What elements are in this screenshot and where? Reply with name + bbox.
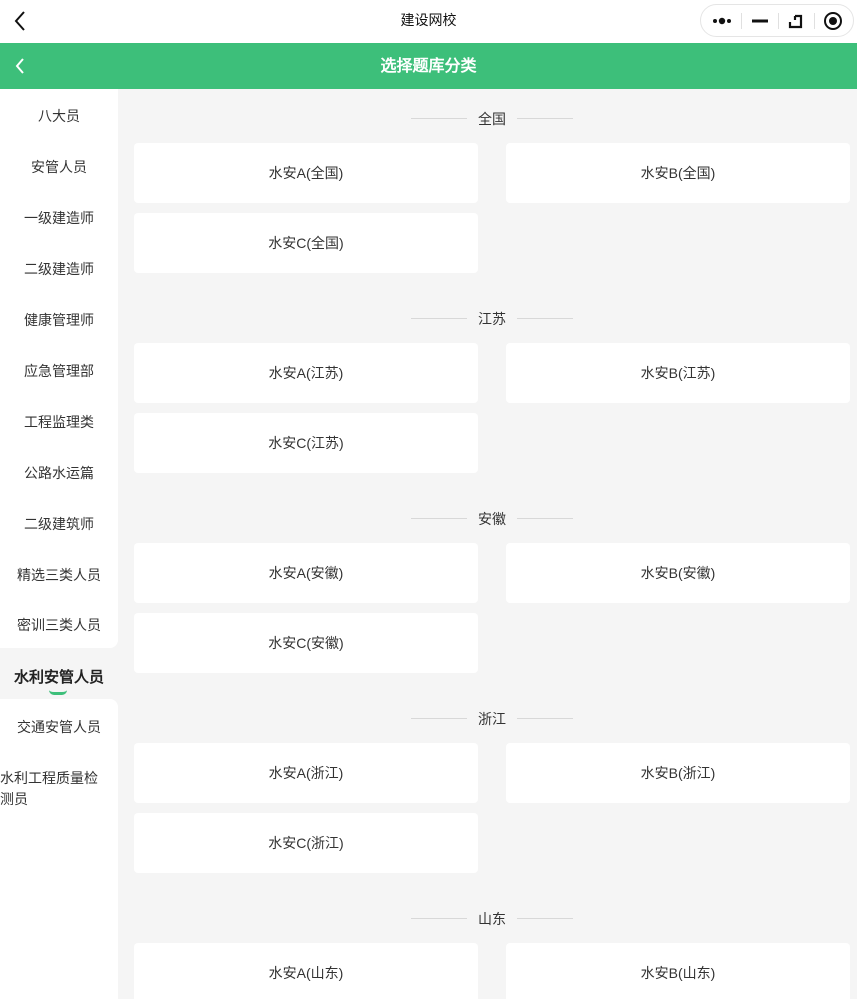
divider-line: [517, 318, 573, 319]
share-icon[interactable]: [778, 5, 814, 36]
bank-card[interactable]: 水安C(全国): [134, 213, 478, 273]
page-title: 选择题库分类: [380, 58, 477, 75]
bank-card[interactable]: 水安A(山东): [134, 943, 478, 999]
sidebar-item[interactable]: 应急管理部: [0, 361, 118, 381]
section-title: 江苏: [118, 308, 857, 328]
sidebar-item[interactable]: 精选三类人员: [0, 565, 118, 585]
sidebar-item-active[interactable]: 水利安管人员: [0, 666, 118, 695]
section-title: 安徽: [118, 508, 857, 528]
sidebar-item[interactable]: 二级建造师: [0, 259, 118, 279]
sidebar-item[interactable]: 健康管理师: [0, 310, 118, 330]
bank-card[interactable]: 水安C(江苏): [134, 413, 478, 473]
sidebar-item[interactable]: 公路水运篇: [0, 463, 118, 483]
active-indicator: [49, 690, 67, 695]
divider-line: [411, 918, 467, 919]
divider-line: [517, 918, 573, 919]
section-title: 浙江: [118, 708, 857, 728]
minimize-icon[interactable]: [742, 5, 778, 36]
sidebar-group-bottom: [0, 699, 118, 999]
bank-card[interactable]: 水安A(江苏): [134, 343, 478, 403]
bank-card[interactable]: 水安A(安徽): [134, 543, 478, 603]
section-title: 山东: [118, 908, 857, 928]
bank-card[interactable]: 水安B(安徽): [506, 543, 850, 603]
question-bank-list: 全国 水安A(全国) 水安B(全国) 水安C(全国) 江苏 水安A(江苏) 水安…: [118, 89, 857, 999]
bank-card[interactable]: 水安C(浙江): [134, 813, 478, 873]
sidebar-item[interactable]: 二级建筑师: [0, 514, 118, 534]
bank-card[interactable]: 水安B(全国): [506, 143, 850, 203]
bank-card[interactable]: 水安C(安徽): [134, 613, 478, 673]
close-target-icon[interactable]: [815, 5, 851, 36]
bank-card[interactable]: 水安A(全国): [134, 143, 478, 203]
divider-line: [517, 518, 573, 519]
bank-card[interactable]: 水安B(江苏): [506, 343, 850, 403]
sidebar-item[interactable]: 工程监理类: [0, 412, 118, 432]
capsule-menu: [700, 4, 854, 37]
sidebar-item[interactable]: 安管人员: [0, 157, 118, 177]
sidebar-item[interactable]: 八大员: [0, 106, 118, 126]
page-header: 选择题库分类: [0, 43, 857, 89]
divider-line: [411, 718, 467, 719]
bank-card[interactable]: 水安A(浙江): [134, 743, 478, 803]
top-bar: 建设网校: [0, 0, 857, 43]
sidebar-item[interactable]: 交通安管人员: [0, 717, 118, 737]
divider-line: [517, 118, 573, 119]
divider-line: [517, 718, 573, 719]
divider-line: [411, 518, 467, 519]
divider-line: [411, 318, 467, 319]
bank-card[interactable]: 水安B(浙江): [506, 743, 850, 803]
sidebar-item[interactable]: 一级建造师: [0, 208, 118, 228]
category-sidebar: 八大员 安管人员 一级建造师 二级建造师 健康管理师 应急管理部 工程监理类 公…: [0, 89, 118, 999]
sidebar-item[interactable]: 水利工程质量检 测员: [0, 768, 118, 810]
bank-card[interactable]: 水安B(山东): [506, 943, 850, 999]
section-title: 全国: [118, 108, 857, 128]
divider-line: [411, 118, 467, 119]
sidebar-item[interactable]: 密训三类人员: [0, 615, 118, 635]
more-dots-icon[interactable]: [705, 5, 741, 36]
